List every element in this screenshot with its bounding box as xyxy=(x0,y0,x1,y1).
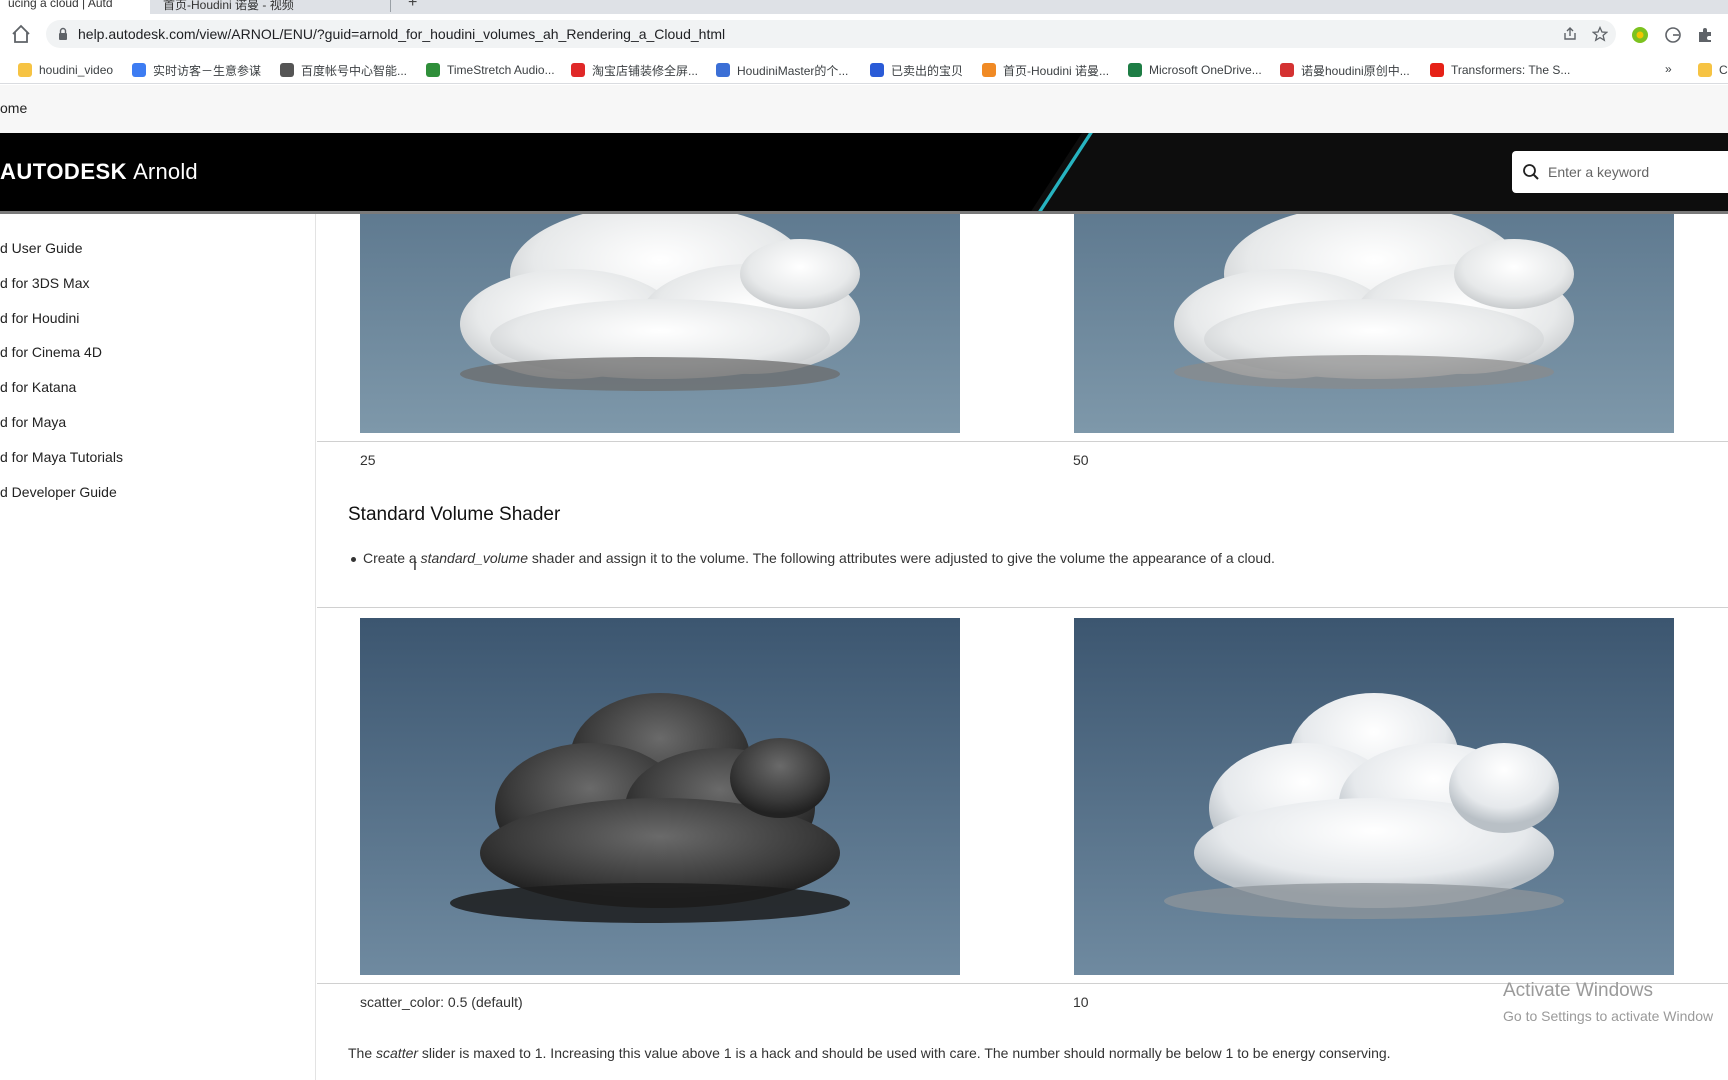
tab-title: 首页-Houdini 诺曼 - 视频 xyxy=(163,0,294,12)
bookmark-item[interactable]: 已卖出的宝贝 xyxy=(870,60,963,80)
table-row-divider xyxy=(317,441,1728,442)
site-logo[interactable]: AUTODESK Arnold xyxy=(0,159,198,185)
tab-title: ucing a cloud | Autd xyxy=(8,0,113,10)
overflow-chevron-icon: » xyxy=(1665,62,1672,76)
table-top-divider xyxy=(317,607,1728,608)
globe-icon xyxy=(280,63,294,77)
logo-product: Arnold xyxy=(133,159,198,184)
image-caption: scatter_color: 0.5 (default) xyxy=(360,994,523,1010)
share-icon[interactable] xyxy=(1562,26,1578,42)
bookmark-label: HoudiniMaster的个... xyxy=(737,63,849,78)
bookmark-item[interactable]: 实时访客－生意参谋 xyxy=(132,60,261,80)
image-caption: 10 xyxy=(1073,994,1089,1010)
browser-tab[interactable]: 首页-Houdini 诺曼 - 视频 xyxy=(155,0,385,14)
extension-green-icon[interactable] xyxy=(1631,26,1649,44)
favicon-icon xyxy=(132,63,146,77)
other-bookmarks-folder[interactable]: C xyxy=(1698,60,1728,80)
site-header: AUTODESK Arnold xyxy=(0,133,1728,213)
logo-autodesk: AUTODESK xyxy=(0,159,128,184)
image-caption: 25 xyxy=(360,452,376,468)
bookmark-item[interactable]: HoudiniMaster的个... xyxy=(716,60,848,80)
tab-strip: ucing a cloud | Autd 首页-Houdini 诺曼 - 视频 … xyxy=(0,0,1728,14)
sidebar-item-houdini[interactable]: d for Houdini xyxy=(0,310,79,326)
search-input[interactable] xyxy=(1548,159,1718,185)
sidebar-nav: d User Guide d for 3DS Max d for Houdini… xyxy=(0,214,316,1080)
home-icon[interactable] xyxy=(10,23,32,45)
search-box xyxy=(1512,151,1728,193)
watermark-title: Activate Windows xyxy=(1503,980,1653,1001)
sidebar-item-maya[interactable]: d for Maya xyxy=(0,414,66,430)
puzzle-icon[interactable] xyxy=(1696,26,1714,44)
paragraph-text: slider is maxed to 1. Increasing this va… xyxy=(418,1045,1391,1061)
url-text: help.autodesk.com/view/ARNOL/ENU/?guid=a… xyxy=(78,26,726,42)
extension-g-icon[interactable] xyxy=(1664,26,1682,44)
bookmark-label: 首页-Houdini 诺曼... xyxy=(1003,63,1110,78)
sidebar-item-maya-tutorials[interactable]: d for Maya Tutorials xyxy=(0,449,123,465)
bookmark-item[interactable]: Microsoft OneDrive... xyxy=(1128,60,1262,80)
paragraph-text: The xyxy=(348,1045,377,1061)
breadcrumb: ome xyxy=(0,85,1728,133)
excel-icon xyxy=(1128,63,1142,77)
star-icon[interactable] xyxy=(1592,26,1608,42)
watermark-subtitle: Go to Settings to activate Window xyxy=(1503,1008,1714,1024)
bookmarks-bar: houdini_video 实时访客－生意参谋 百度帐号中心智能... Time… xyxy=(0,54,1728,84)
bullet-code-term: standard_volume xyxy=(420,550,528,566)
activate-windows-watermark: Activate Windows Go to Settings to activ… xyxy=(1503,980,1713,1024)
tab-separator xyxy=(390,0,391,12)
paragraph-code-term: scatter xyxy=(376,1045,419,1061)
bookmark-label: Microsoft OneDrive... xyxy=(1149,63,1262,77)
address-bar: help.autodesk.com/view/ARNOL/ENU/?guid=a… xyxy=(0,14,1728,54)
section-title: Standard Volume Shader xyxy=(348,504,561,525)
list-item: Create a standard_volume shader and assi… xyxy=(351,550,1275,566)
browser-tab-active[interactable]: ucing a cloud | Autd xyxy=(0,0,150,14)
body-paragraph: The scatter slider is maxed to 1. Increa… xyxy=(348,1045,1391,1061)
cloud-render-image xyxy=(360,618,960,975)
bookmark-item[interactable]: Transformers: The S... xyxy=(1430,60,1570,80)
bookmark-label: C xyxy=(1719,63,1728,77)
favicon-icon xyxy=(870,63,884,77)
image-caption: 50 xyxy=(1073,452,1089,468)
bookmark-label: 百度帐号中心智能... xyxy=(301,63,408,78)
breadcrumb-home-link[interactable]: ome xyxy=(0,100,27,116)
bookmark-label: Transformers: The S... xyxy=(1451,63,1571,77)
bookmark-label: 已卖出的宝贝 xyxy=(891,63,964,78)
sidebar-item-user-guide[interactable]: d User Guide xyxy=(0,240,82,256)
main-content: 25 50 Standard Volume Shader Create a st… xyxy=(317,214,1728,1080)
folder-icon xyxy=(1698,63,1712,77)
bullet-text: Create a xyxy=(363,550,421,566)
bookmarks-overflow-button[interactable]: » xyxy=(1665,59,1672,79)
bookmark-label: houdini_video xyxy=(39,63,114,77)
lock-icon[interactable] xyxy=(58,27,68,41)
youtube-icon xyxy=(1430,63,1444,77)
bookmark-item[interactable]: 首页-Houdini 诺曼... xyxy=(982,60,1109,80)
sidebar-item-katana[interactable]: d for Katana xyxy=(0,379,76,395)
bookmark-item[interactable]: TimeStretch Audio... xyxy=(426,60,555,80)
bullet-text: shader and assign it to the volume. The … xyxy=(528,550,1275,566)
text-cursor-icon: I xyxy=(413,557,417,573)
bookmark-item[interactable]: 诺曼houdini原创中... xyxy=(1280,60,1410,80)
cloud-render-image xyxy=(1074,618,1674,975)
search-icon[interactable] xyxy=(1522,163,1540,181)
favicon-icon xyxy=(571,63,585,77)
sidebar-item-developer-guide[interactable]: d Developer Guide xyxy=(0,484,117,500)
bookmark-item[interactable]: houdini_video xyxy=(18,60,113,80)
favicon-icon xyxy=(426,63,440,77)
bookmark-label: 诺曼houdini原创中... xyxy=(1301,63,1410,78)
sidebar-item-3ds-max[interactable]: d for 3DS Max xyxy=(0,275,89,291)
folder-icon xyxy=(18,63,32,77)
bookmark-label: 实时访客－生意参谋 xyxy=(153,63,262,78)
weibo-icon xyxy=(1280,63,1294,77)
omnibox[interactable]: help.autodesk.com/view/ARNOL/ENU/?guid=a… xyxy=(46,20,1616,48)
new-tab-icon[interactable]: + xyxy=(408,0,417,12)
bookmark-label: TimeStretch Audio... xyxy=(447,63,555,77)
bookmark-item[interactable]: 百度帐号中心智能... xyxy=(280,60,407,80)
favicon-icon xyxy=(982,63,996,77)
bookmark-label: 淘宝店铺装修全屏... xyxy=(592,63,699,78)
cloud-render-image xyxy=(1074,214,1674,433)
bookmark-item[interactable]: 淘宝店铺装修全屏... xyxy=(571,60,698,80)
cloud-render-image xyxy=(360,214,960,433)
sidebar-item-cinema-4d[interactable]: d for Cinema 4D xyxy=(0,344,102,360)
favicon-icon xyxy=(716,63,730,77)
